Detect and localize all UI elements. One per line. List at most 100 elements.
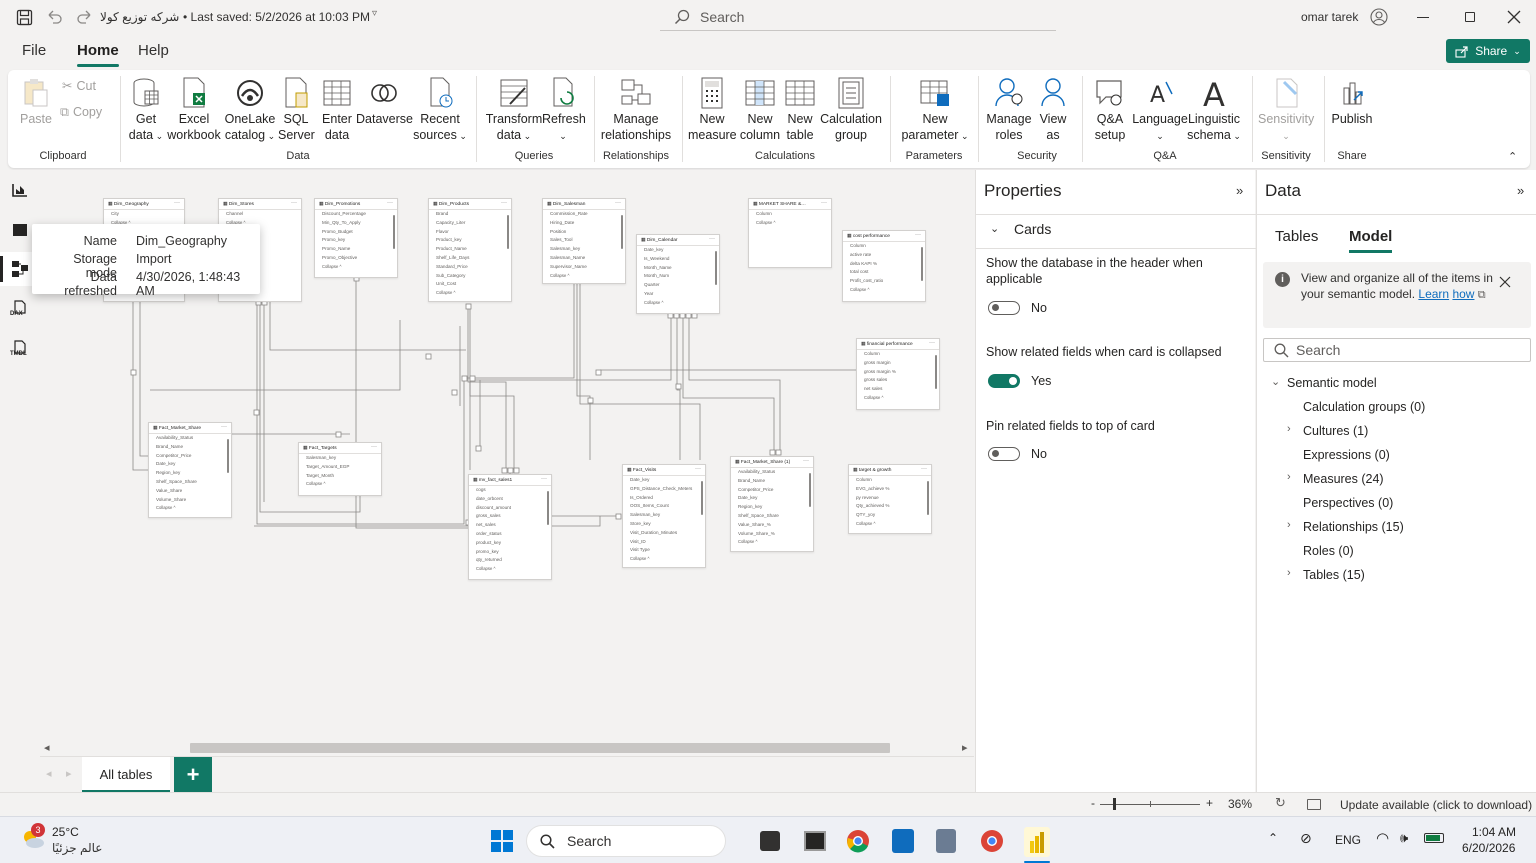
collapse-card-button[interactable]: Collapse ^ — [543, 272, 625, 279]
new-table-button[interactable]: New table — [784, 76, 816, 143]
table-field[interactable]: Brand_Name — [149, 443, 231, 452]
table-card[interactable]: ▦ target & growth ··· Column EVG_achieve % p… — [848, 464, 932, 534]
table-field[interactable]: Target_Amount_EGP — [299, 463, 381, 472]
dax-query-view-icon[interactable]: DAX — [10, 300, 30, 322]
qa-setup-button[interactable]: Q&A setup — [1088, 76, 1132, 143]
tree-measures[interactable]: Measures (24) — [1303, 472, 1384, 486]
table-card-title[interactable]: ▦ Dim_Stores — [219, 199, 301, 210]
table-field[interactable]: product_key — [469, 539, 551, 548]
terminal-icon[interactable] — [804, 831, 826, 851]
zoom-slider-thumb[interactable] — [1113, 798, 1116, 810]
table-field[interactable]: Visit_Duration_Minutes — [623, 529, 705, 538]
collapse-card-button[interactable]: Collapse ^ — [849, 520, 931, 527]
collapse-pane-icon[interactable]: » — [1236, 183, 1243, 198]
more-options-icon[interactable]: ··· — [291, 200, 297, 206]
sql-server-button[interactable]: SQL Server — [278, 76, 315, 143]
recent-sources-button[interactable]: Recent sources ⌄ — [412, 76, 468, 144]
table-field[interactable]: Year — [637, 290, 719, 299]
table-field[interactable]: gross sales — [857, 376, 939, 385]
onelake-button[interactable]: OneLake catalog ⌄ — [222, 76, 278, 144]
table-field[interactable]: active rate — [843, 251, 925, 260]
menu-help[interactable]: Help — [138, 42, 169, 59]
table-card-title[interactable]: ▦ Dim_Promotions — [315, 199, 397, 210]
table-field[interactable]: Column — [843, 242, 925, 251]
card-scrollbar[interactable] — [715, 251, 717, 285]
new-parameter-button[interactable]: New parameter ⌄ — [896, 76, 974, 144]
table-field[interactable]: Position — [543, 228, 625, 237]
new-measure-button[interactable]: New measure — [688, 76, 737, 143]
more-options-icon[interactable]: ··· — [221, 424, 227, 430]
card-scrollbar[interactable] — [921, 247, 923, 281]
collapse-card-button[interactable]: Collapse ^ — [315, 263, 397, 270]
table-card[interactable]: ▦ financial performance ··· Column gross ma… — [856, 338, 940, 410]
sensitivity-button[interactable]: Sensitivity ⌄ — [1258, 76, 1314, 144]
zoom-in-button[interactable]: + — [1206, 796, 1213, 810]
table-field[interactable]: Store_key — [623, 520, 705, 529]
table-card[interactable]: ▦ Dim_Products ··· Brand Capacity_Liter Flav… — [428, 198, 512, 302]
table-field[interactable]: Promo_key — [315, 236, 397, 245]
table-field[interactable]: Salesman_key — [623, 511, 705, 520]
table-field[interactable]: Product_key — [429, 236, 511, 245]
chevron-right-icon[interactable]: › — [1287, 519, 1291, 531]
collapse-card-button[interactable]: Collapse ^ — [149, 504, 231, 511]
table-field[interactable]: Value_Share_% — [731, 521, 813, 530]
table-field[interactable]: Date_key — [149, 460, 231, 469]
tree-roles[interactable]: Roles (0) — [1303, 544, 1354, 558]
redo-icon[interactable] — [76, 9, 93, 26]
close-banner-icon[interactable] — [1499, 276, 1511, 288]
opt3-toggle[interactable] — [988, 447, 1020, 461]
table-field[interactable]: Volume_Share_% — [731, 530, 813, 539]
refresh-button[interactable]: Refresh ⌄ — [542, 76, 586, 144]
table-field[interactable]: Shelf_Space_Share — [731, 512, 813, 521]
table-field[interactable]: Unit_Cost — [429, 280, 511, 289]
table-field[interactable]: Capacity_Liter — [429, 219, 511, 228]
table-field[interactable]: Column — [749, 210, 831, 219]
minimize-button[interactable] — [1417, 17, 1429, 18]
horizontal-scrollbar[interactable]: ◂ ▸ — [40, 740, 974, 756]
table-field[interactable]: qty_returned — [469, 556, 551, 565]
scrollbar-thumb[interactable] — [190, 743, 890, 753]
scroll-right-icon[interactable]: ▸ — [962, 741, 968, 754]
external-link-icon[interactable]: ⧉ — [1478, 289, 1486, 301]
more-options-icon[interactable]: ··· — [371, 444, 377, 450]
start-button[interactable] — [490, 829, 514, 853]
more-options-icon[interactable]: ··· — [929, 340, 935, 346]
table-field[interactable]: Date_key — [731, 494, 813, 503]
menu-home[interactable]: Home — [77, 42, 119, 67]
save-icon[interactable] — [16, 9, 33, 26]
card-scrollbar[interactable] — [701, 481, 703, 515]
tab-all-tables[interactable]: All tables — [82, 757, 170, 793]
chrome-profile-icon[interactable] — [980, 829, 1004, 853]
table-field[interactable]: Month_Num — [637, 272, 719, 281]
more-options-icon[interactable]: ··· — [501, 200, 507, 206]
more-options-icon[interactable]: ··· — [915, 232, 921, 238]
card-scrollbar[interactable] — [935, 355, 937, 389]
maximize-button[interactable] — [1465, 12, 1475, 22]
table-field[interactable]: gross margin % — [857, 368, 939, 377]
tree-calc-groups[interactable]: Calculation groups (0) — [1303, 400, 1425, 414]
more-options-icon[interactable]: ··· — [174, 200, 180, 206]
table-field[interactable]: Target_Month — [299, 472, 381, 481]
enter-data-button[interactable]: Enter data — [318, 76, 356, 143]
chevron-right-icon[interactable]: › — [1287, 567, 1291, 579]
collapse-card-button[interactable]: Collapse ^ — [843, 286, 925, 293]
table-card-title[interactable]: ▦ Dim_Geography — [104, 199, 184, 210]
collapse-card-button[interactable]: Collapse ^ — [749, 219, 831, 226]
table-field[interactable]: gross margin — [857, 359, 939, 368]
collapse-card-button[interactable]: Collapse ^ — [637, 299, 719, 306]
more-options-icon[interactable]: ··· — [387, 200, 393, 206]
table-card[interactable]: ▦ MARKET SHARE &… ··· Column Collapse ^ — [748, 198, 832, 268]
download-app-icon[interactable] — [892, 829, 914, 853]
collapse-card-button[interactable]: Collapse ^ — [299, 480, 381, 487]
paste-button[interactable]: Paste — [16, 76, 56, 127]
table-view-icon[interactable] — [10, 220, 30, 240]
table-field[interactable]: Qty_achieved % — [849, 502, 931, 511]
table-field[interactable]: Brand — [429, 210, 511, 219]
title-search-box[interactable]: Search — [660, 4, 1056, 31]
table-card[interactable]: ▦ Dim_Salesman ··· Commission_Rate Hiring_D… — [542, 198, 626, 284]
volume-icon[interactable]: 🕪 — [1400, 830, 1408, 846]
collapse-card-button[interactable]: Collapse ^ — [429, 289, 511, 296]
collapse-ribbon-icon[interactable]: ⌃ — [1508, 150, 1517, 163]
table-field[interactable]: Hiring_Date — [543, 219, 625, 228]
learn-how-link[interactable]: how — [1452, 287, 1474, 301]
